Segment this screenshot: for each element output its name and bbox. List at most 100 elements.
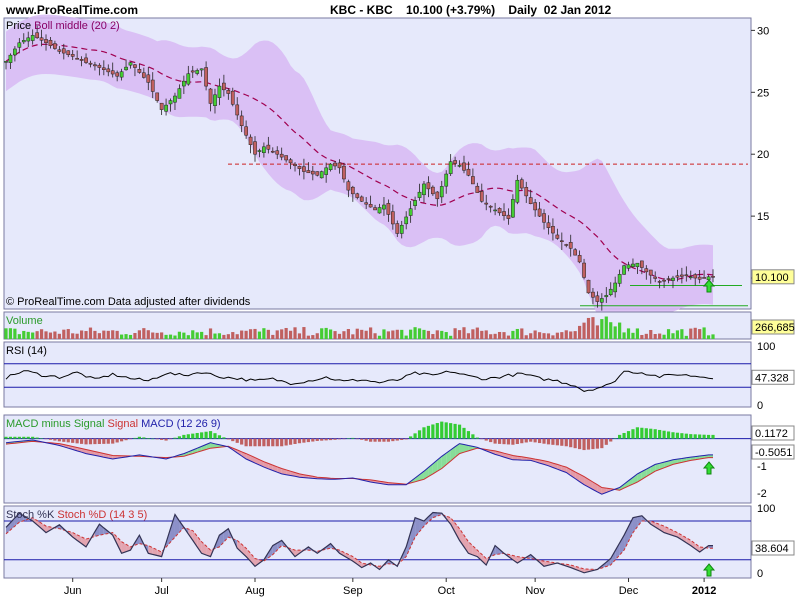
candle-body	[511, 199, 515, 218]
candle-body	[350, 186, 355, 195]
candle-body	[115, 72, 120, 77]
macd-histogram-bar	[698, 434, 702, 439]
candle-body	[44, 39, 48, 44]
macd-histogram-bar	[240, 438, 244, 445]
candle-body	[186, 73, 191, 85]
volume-bar	[177, 331, 182, 339]
macd-histogram-bar	[413, 433, 417, 439]
candle-body	[390, 211, 395, 225]
candle-body	[439, 186, 444, 198]
volume-bar	[124, 334, 128, 339]
macd-histogram-bar	[417, 430, 422, 439]
candle-body	[399, 224, 404, 234]
candle-body	[475, 185, 480, 193]
macd-histogram-bar	[191, 433, 195, 439]
stoch-panel[interactable]: Stoch %K Stoch %D (14 3 5) 0 100 38.604	[3, 503, 795, 580]
time-tick-label: Aug	[245, 585, 265, 597]
macd-histogram-bar	[337, 438, 342, 440]
candle-body	[537, 208, 542, 217]
volume-bar	[186, 335, 190, 339]
macd-histogram-bar	[711, 434, 715, 439]
macd-histogram-bar	[395, 438, 399, 441]
candle-body	[364, 202, 369, 205]
candle-body	[680, 274, 684, 277]
candle-body	[462, 162, 466, 171]
candle-body	[648, 269, 653, 276]
stoch-axis: 0 100 38.604	[751, 503, 795, 580]
candle-body	[453, 160, 457, 164]
macd-histogram-bar	[373, 438, 377, 442]
candle-body	[310, 170, 315, 175]
volume-bar	[382, 329, 386, 339]
candle-body	[355, 193, 360, 198]
volume-bar	[333, 331, 337, 339]
volume-bar	[431, 334, 435, 339]
volume-bar	[484, 330, 488, 339]
volume-bar	[346, 329, 350, 339]
rsi-panel-title: RSI (14)	[6, 345, 47, 357]
macd-histogram-bar	[515, 438, 519, 444]
volume-bar	[195, 332, 199, 339]
macd-histogram-bar	[457, 424, 462, 439]
volume-panel[interactable]: 266,685 Volume	[3, 311, 795, 340]
price-panel[interactable]: Price Boll middle (20 2) © ProRealTime.c…	[3, 14, 795, 329]
volume-bar	[275, 330, 279, 339]
volume-bar	[377, 335, 382, 339]
candle-body	[293, 163, 297, 167]
candle-body	[53, 43, 57, 49]
candle-body	[626, 264, 631, 269]
candle-body	[382, 204, 386, 210]
chart-canvas[interactable]: Price Boll middle (20 2) © ProRealTime.c…	[0, 0, 800, 600]
macd-histogram-bar	[595, 438, 599, 449]
candle-body	[613, 282, 618, 293]
volume-bar	[164, 334, 168, 339]
time-tick-label: Jul	[155, 585, 169, 597]
candle-body	[466, 168, 471, 176]
candle-body	[315, 171, 320, 176]
candle-body	[608, 288, 613, 295]
macd-histogram-bar	[444, 422, 448, 439]
candle-body	[564, 244, 569, 246]
volume-bar	[44, 331, 48, 339]
price-title-prefix: Price	[6, 20, 31, 32]
volume-bar	[88, 327, 93, 339]
macd-histogram-bar	[13, 436, 17, 439]
macd-histogram-bar	[684, 433, 688, 439]
candle-body	[257, 150, 262, 152]
candle-body	[617, 274, 622, 284]
macd-histogram-bar	[706, 434, 711, 439]
candle-body	[213, 94, 217, 106]
macd-histogram-bar	[626, 431, 631, 439]
macd-histogram-bar	[453, 423, 457, 439]
volume-bar	[257, 331, 262, 339]
volume-bar	[364, 330, 368, 339]
candle-body	[551, 226, 555, 234]
volume-bar	[168, 334, 173, 339]
macd-histogram-bar	[542, 438, 546, 444]
volume-bar	[106, 330, 110, 339]
macd-panel[interactable]: MACD minus Signal Signal MACD (12 26 9) …	[3, 414, 795, 504]
candle-body	[110, 70, 115, 75]
volume-bar	[502, 332, 506, 339]
rsi-panel[interactable]: RSI (14) 0 100 47.328	[3, 341, 795, 412]
volume-bar	[613, 326, 617, 339]
candle-body	[217, 85, 222, 98]
macd-histogram-bar	[288, 438, 293, 445]
volume-bar	[480, 330, 484, 339]
macd-histogram-bar	[506, 438, 511, 445]
volume-bar	[217, 333, 222, 339]
volume-bar	[302, 327, 306, 339]
macd-histogram-bar	[160, 438, 164, 440]
candle-body	[244, 126, 248, 136]
candle-body	[266, 144, 271, 150]
macd-histogram-bar	[569, 438, 573, 448]
volume-bar	[235, 334, 239, 339]
candle-body	[515, 179, 520, 203]
volume-bar	[240, 330, 244, 339]
macd-histogram-bar	[253, 438, 257, 447]
volume-bar	[560, 332, 564, 339]
macd-histogram-bar	[266, 438, 270, 447]
candle-body	[493, 209, 497, 212]
volume-bar	[315, 333, 319, 339]
volume-bar	[511, 330, 515, 339]
